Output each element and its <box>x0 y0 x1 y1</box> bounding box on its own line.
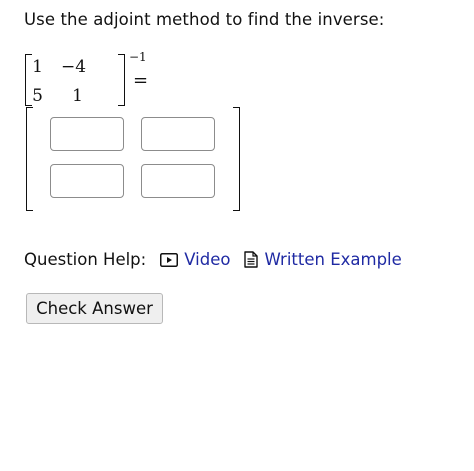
document-icon <box>244 251 259 268</box>
question-help-row: Question Help: Video Written Example <box>24 250 402 269</box>
answer-matrix <box>26 107 242 211</box>
matrix-right-bracket <box>118 54 125 106</box>
matrix-cell-r2c2: 1 <box>72 86 83 106</box>
video-link[interactable]: Video <box>160 250 230 269</box>
check-answer-button[interactable]: Check Answer <box>26 293 163 324</box>
matrix-exponent: −1 <box>129 50 147 64</box>
answer-left-bracket <box>26 107 33 211</box>
equals-sign: = <box>133 70 149 91</box>
matrix-cell-r2c1: 5 <box>32 86 43 106</box>
given-matrix: 1 −4 5 1 −1 = <box>25 50 155 108</box>
matrix-cell-r1c1: 1 <box>32 57 43 77</box>
video-link-label: Video <box>184 250 231 269</box>
answer-right-bracket <box>233 107 240 211</box>
question-prompt: Use the adjoint method to find the inver… <box>24 10 385 29</box>
written-example-label: Written Example <box>264 250 402 269</box>
matrix-cell-r1c2: −4 <box>61 57 87 77</box>
answer-input-r1c2[interactable] <box>141 117 215 151</box>
written-example-link[interactable]: Written Example <box>244 250 402 269</box>
answer-input-r2c1[interactable] <box>50 164 124 198</box>
question-help-label: Question Help: <box>24 250 147 269</box>
answer-input-r2c2[interactable] <box>141 164 215 198</box>
play-video-icon <box>160 252 179 267</box>
answer-input-r1c1[interactable] <box>50 117 124 151</box>
